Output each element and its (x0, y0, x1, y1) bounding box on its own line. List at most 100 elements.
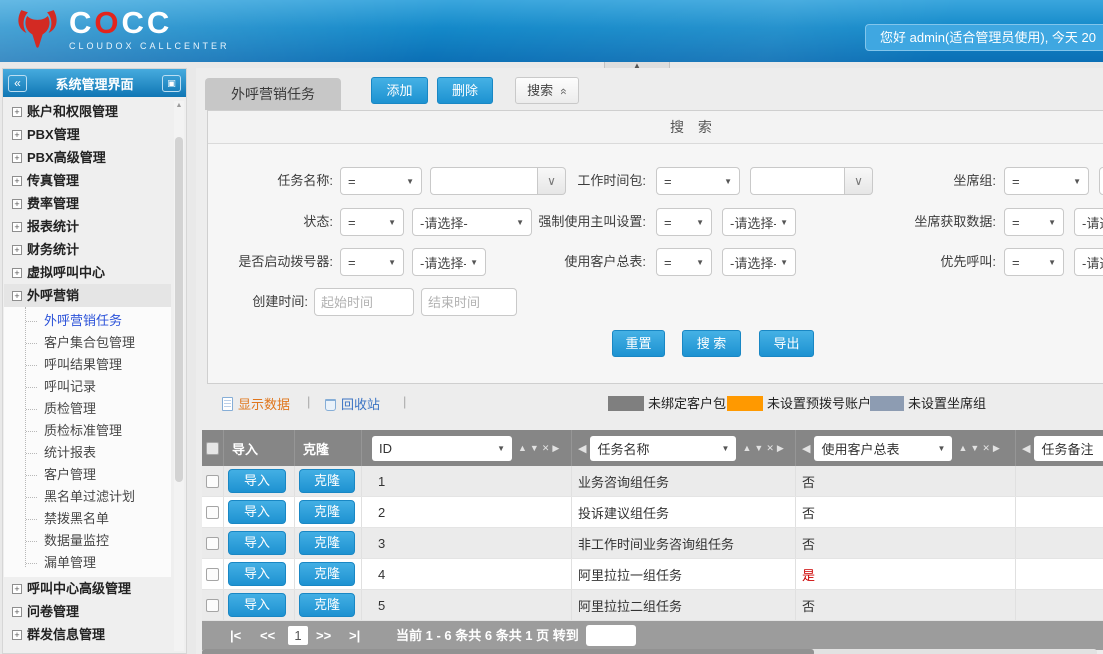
clone-button[interactable]: 克隆 (299, 531, 355, 555)
sidebar-subitem-no-dial-blacklist[interactable]: 禁拨黑名单 (4, 508, 171, 530)
agent-data-operator-select[interactable]: =▼ (1004, 208, 1064, 236)
status-operator-select[interactable]: =▼ (340, 208, 404, 236)
expand-icon[interactable]: + (12, 291, 22, 301)
show-data-link[interactable]: 显示数据 (222, 394, 290, 413)
force-caller-value-select[interactable]: -请选择-▼ (722, 208, 796, 236)
row-checkbox[interactable] (206, 506, 219, 519)
prev-page-button[interactable]: << (260, 621, 275, 650)
move-right-icon[interactable]: ▶ (777, 443, 784, 453)
sidebar-item-questionnaire[interactable]: +问卷管理 (4, 600, 171, 623)
sidebar-subitem-qc[interactable]: 质检管理 (4, 398, 171, 420)
scroll-up-icon[interactable]: ▲ (174, 101, 184, 111)
add-button[interactable]: 添加 (371, 77, 428, 104)
export-button[interactable]: 导出 (759, 330, 814, 357)
horizontal-scrollbar[interactable] (202, 649, 1097, 654)
expand-icon[interactable]: + (12, 199, 22, 209)
goto-page-input[interactable] (586, 625, 636, 646)
row-checkbox[interactable] (206, 599, 219, 612)
horizontal-scrollbar-thumb[interactable] (202, 649, 814, 654)
sidebar-subitem-customer[interactable]: 客户管理 (4, 464, 171, 486)
search-button[interactable]: 搜 索 (682, 330, 741, 357)
import-button[interactable]: 导入 (228, 469, 286, 493)
select-all-checkbox[interactable] (206, 442, 219, 455)
reset-button[interactable]: 重置 (612, 330, 665, 357)
force-caller-operator-select[interactable]: =▼ (656, 208, 712, 236)
recycle-bin-link[interactable]: 回收站 (325, 394, 380, 413)
sidebar-subitem-call-result[interactable]: 呼叫结果管理 (4, 354, 171, 376)
row-checkbox[interactable] (206, 475, 219, 488)
sidebar-item-report[interactable]: +报表统计 (4, 215, 171, 238)
sidebar-subitem-blacklist-filter[interactable]: 黑名单过滤计划 (4, 486, 171, 508)
next-page-button[interactable]: >> (316, 621, 331, 650)
sidebar-item-virtual-callcenter[interactable]: +虚拟呼叫中心 (4, 261, 171, 284)
import-button[interactable]: 导入 (228, 562, 286, 586)
sort-asc-icon[interactable]: ▲ (518, 443, 527, 453)
agent-group-operator-select[interactable]: =▼ (1004, 167, 1089, 195)
search-toggle-button[interactable]: 搜索« (515, 77, 579, 104)
clone-button[interactable]: 克隆 (299, 562, 355, 586)
move-left-icon[interactable]: ◀ (1022, 442, 1030, 455)
remove-column-icon[interactable]: ✕ (982, 443, 990, 453)
row-checkbox[interactable] (206, 568, 219, 581)
sidebar-subitem-customer-package[interactable]: 客户集合包管理 (4, 332, 171, 354)
clone-button[interactable]: 克隆 (299, 593, 355, 617)
sidebar-subitem-missed-order[interactable]: 漏单管理 (4, 552, 171, 574)
sidebar-subitem-data-monitor[interactable]: 数据量监控 (4, 530, 171, 552)
sidebar-item-account[interactable]: +账户和权限管理 (4, 100, 171, 123)
import-button[interactable]: 导入 (228, 531, 286, 555)
delete-button[interactable]: 删除 (437, 77, 493, 104)
expand-icon[interactable]: + (12, 107, 22, 117)
sidebar-subitem-stats-report[interactable]: 统计报表 (4, 442, 171, 464)
sidebar-item-callcenter-advanced[interactable]: +呼叫中心高级管理 (4, 577, 171, 600)
dialer-operator-select[interactable]: =▼ (340, 248, 404, 276)
sort-desc-icon[interactable]: ▼ (970, 443, 979, 453)
task-name-operator-select[interactable]: =▼ (340, 167, 422, 195)
sort-asc-icon[interactable]: ▲ (742, 443, 751, 453)
name-column-select[interactable]: 任务名称▼ (590, 436, 736, 461)
clone-button[interactable]: 克隆 (299, 500, 355, 524)
expand-icon[interactable]: + (12, 222, 22, 232)
expand-icon[interactable]: + (12, 176, 22, 186)
sidebar-item-finance[interactable]: +财务统计 (4, 238, 171, 261)
customer-table-value-select[interactable]: -请选择-▼ (722, 248, 796, 276)
tab-outbound-task[interactable]: 外呼营销任务 (205, 78, 341, 110)
expand-icon[interactable]: + (12, 268, 22, 278)
remove-column-icon[interactable]: ✕ (766, 443, 774, 453)
move-left-icon[interactable]: ◀ (802, 442, 810, 455)
sidebar-item-fax[interactable]: +传真管理 (4, 169, 171, 192)
sidebar-subitem-outbound-task[interactable]: 外呼营销任务 (4, 310, 171, 332)
last-page-button[interactable]: >| (349, 621, 360, 650)
move-right-icon[interactable]: ▶ (552, 443, 559, 453)
expand-icon[interactable]: + (12, 630, 22, 640)
sidebar-subitem-qc-standard[interactable]: 质检标准管理 (4, 420, 171, 442)
customer-table-column-select[interactable]: 使用客户总表▼ (814, 436, 952, 461)
sidebar-pin-icon[interactable]: ▣ (162, 75, 181, 92)
sidebar-scrollbar-thumb[interactable] (175, 137, 183, 482)
work-time-operator-select[interactable]: =▼ (656, 167, 740, 195)
sort-desc-icon[interactable]: ▼ (754, 443, 763, 453)
sidebar-collapse-icon[interactable]: « (8, 75, 27, 92)
customer-table-operator-select[interactable]: =▼ (656, 248, 712, 276)
sort-asc-icon[interactable]: ▲ (958, 443, 967, 453)
start-time-input[interactable] (314, 288, 414, 316)
sidebar-item-rate[interactable]: +费率管理 (4, 192, 171, 215)
import-button[interactable]: 导入 (228, 593, 286, 617)
expand-icon[interactable]: + (12, 130, 22, 140)
move-right-icon[interactable]: ▶ (993, 443, 1000, 453)
expand-icon[interactable]: + (12, 153, 22, 163)
first-page-button[interactable]: |< (230, 621, 241, 650)
sidebar-item-pbx-advanced[interactable]: +PBX高级管理 (4, 146, 171, 169)
agent-group-input[interactable] (1099, 167, 1103, 195)
expand-icon[interactable]: + (12, 607, 22, 617)
sidebar-item-mass-message[interactable]: +群发信息管理 (4, 623, 171, 646)
agent-data-value-select[interactable]: -请选择-▼ (1074, 208, 1103, 236)
expand-icon[interactable]: + (12, 245, 22, 255)
row-checkbox[interactable] (206, 537, 219, 550)
remark-column-select[interactable]: 任务备注▼ (1034, 436, 1103, 461)
clone-button[interactable]: 克隆 (299, 469, 355, 493)
sort-desc-icon[interactable]: ▼ (530, 443, 539, 453)
import-button[interactable]: 导入 (228, 500, 286, 524)
move-left-icon[interactable]: ◀ (578, 442, 586, 455)
end-time-input[interactable] (421, 288, 517, 316)
sidebar-scrollbar[interactable]: ▲ (174, 101, 184, 651)
